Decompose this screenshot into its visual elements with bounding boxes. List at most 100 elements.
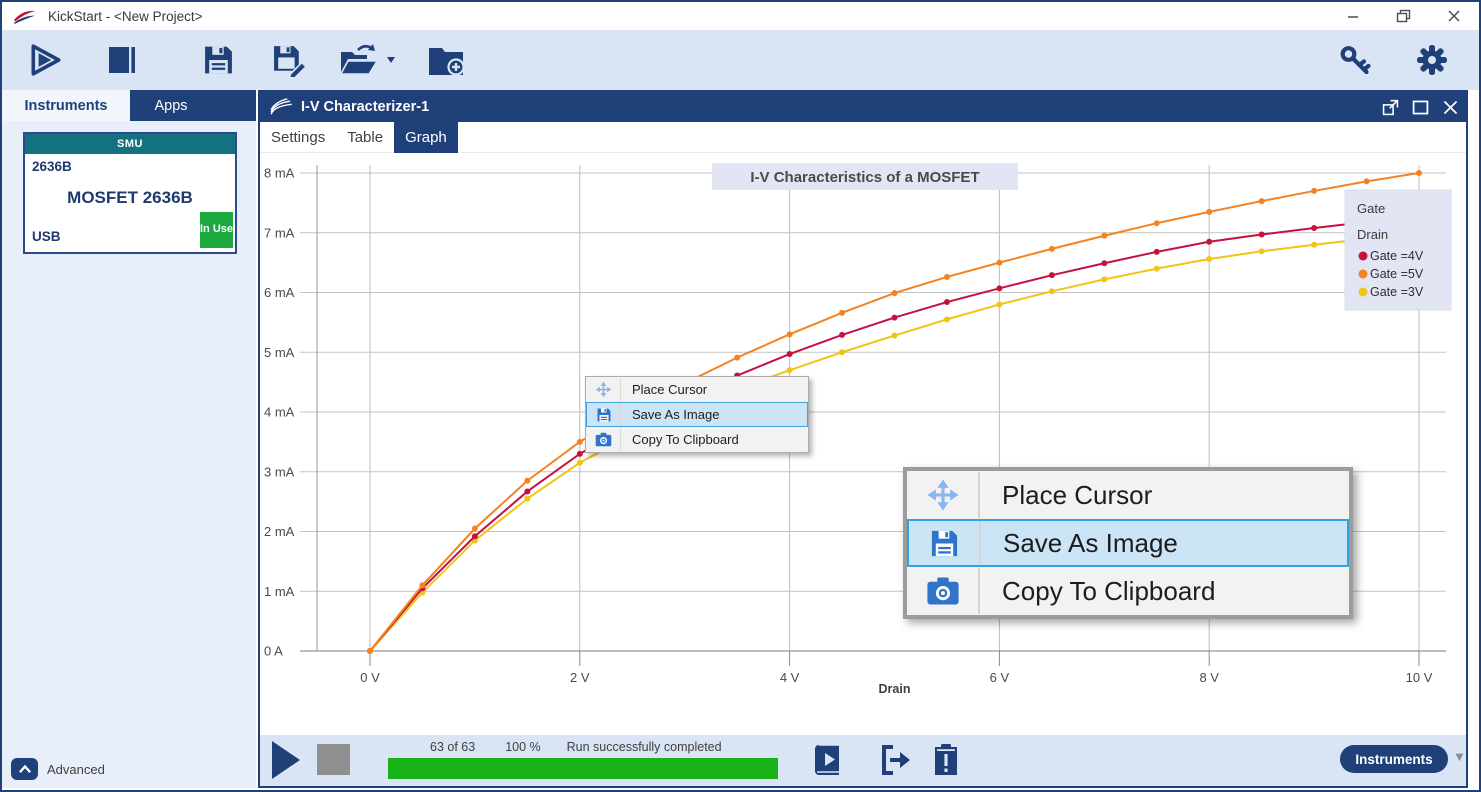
new-project-button[interactable] bbox=[426, 43, 466, 77]
camera-icon bbox=[908, 568, 980, 614]
save-as-button[interactable] bbox=[272, 43, 307, 77]
data-point bbox=[944, 299, 950, 305]
data-point bbox=[1416, 170, 1422, 176]
legend-swatch bbox=[1359, 270, 1368, 279]
data-point bbox=[577, 451, 583, 457]
open-project-caret[interactable] bbox=[386, 56, 396, 64]
minimize-button[interactable] bbox=[1346, 9, 1360, 23]
data-point bbox=[839, 332, 845, 338]
y-tick-label: 0 A bbox=[264, 644, 283, 659]
main-toolbar bbox=[2, 30, 1479, 90]
stop-button[interactable] bbox=[106, 44, 138, 76]
camera-icon bbox=[587, 428, 621, 451]
in-use-badge: In Use bbox=[200, 212, 233, 248]
close-window-button[interactable] bbox=[1447, 9, 1461, 23]
tab-settings[interactable]: Settings bbox=[260, 122, 336, 153]
window-title: KickStart - <New Project> bbox=[48, 9, 203, 24]
panel-tabbar: Settings Table Graph bbox=[260, 122, 1466, 153]
data-point bbox=[524, 488, 530, 494]
legend-label: Gate =4V bbox=[1370, 249, 1424, 263]
data-point bbox=[1101, 276, 1107, 282]
instrument-type-label: SMU bbox=[25, 134, 235, 154]
data-point bbox=[787, 331, 793, 337]
y-tick-label: 8 mA bbox=[264, 166, 295, 181]
tab-instruments[interactable]: Instruments bbox=[2, 90, 130, 121]
x-tick-label: 10 V bbox=[1406, 670, 1433, 685]
data-point bbox=[419, 582, 425, 588]
save-image-icon bbox=[587, 403, 621, 426]
instruments-caret-icon[interactable]: ▼ bbox=[1453, 749, 1466, 764]
data-point bbox=[1154, 220, 1160, 226]
export-data-button[interactable] bbox=[878, 743, 912, 777]
x-tick-label: 6 V bbox=[990, 670, 1010, 685]
iv-chart-svg: 0 V2 V4 V6 V8 V10 V0 A1 mA2 mA3 mA4 mA5 … bbox=[260, 153, 1466, 736]
run-app-button[interactable] bbox=[269, 739, 303, 781]
move-cursor-icon bbox=[587, 378, 621, 401]
y-tick-label: 2 mA bbox=[264, 524, 295, 539]
run-log-button[interactable] bbox=[812, 743, 844, 777]
menu-item-save-as-image-large[interactable]: Save As Image bbox=[907, 519, 1349, 567]
y-tick-label: 6 mA bbox=[264, 285, 295, 300]
x-tick-label: 8 V bbox=[1199, 670, 1219, 685]
stop-app-button[interactable] bbox=[317, 744, 350, 775]
data-point bbox=[944, 274, 950, 280]
y-tick-label: 1 mA bbox=[264, 584, 295, 599]
y-tick-label: 3 mA bbox=[264, 464, 295, 479]
chart-context-menu-magnified: Place Cursor Save As Image Copy To Clipb… bbox=[903, 467, 1353, 619]
popout-button[interactable] bbox=[1381, 98, 1400, 117]
restore-button[interactable] bbox=[1396, 9, 1411, 23]
legend-swatch bbox=[1359, 288, 1368, 297]
data-point bbox=[892, 333, 898, 339]
progress-bar bbox=[388, 758, 778, 779]
maximize-button[interactable] bbox=[1411, 98, 1430, 117]
license-key-button[interactable] bbox=[1338, 44, 1371, 77]
x-axis-label: Drain bbox=[879, 682, 911, 696]
data-point bbox=[996, 285, 1002, 291]
data-point bbox=[787, 367, 793, 373]
open-project-button[interactable] bbox=[338, 42, 380, 78]
chart-context-menu: Place Cursor Save As Image Copy To Clipb… bbox=[585, 376, 809, 453]
move-cursor-icon bbox=[908, 472, 980, 518]
x-tick-label: 4 V bbox=[780, 670, 800, 685]
panel-title: I-V Characterizer-1 bbox=[301, 99, 429, 115]
menu-item-copy-to-clipboard[interactable]: Copy To Clipboard bbox=[586, 427, 808, 452]
data-point bbox=[1259, 248, 1265, 254]
data-point bbox=[367, 648, 373, 654]
instruments-button[interactable]: Instruments bbox=[1340, 745, 1448, 773]
instrument-card[interactable]: SMU 2636B MOSFET 2636B USB In Use bbox=[23, 132, 237, 254]
settings-gear-button[interactable] bbox=[1414, 42, 1450, 78]
data-point bbox=[1206, 239, 1212, 245]
progress-count: 63 of 63 bbox=[430, 740, 475, 754]
tab-apps[interactable]: Apps bbox=[130, 90, 212, 121]
alerts-button[interactable] bbox=[932, 743, 960, 777]
tab-table[interactable]: Table bbox=[336, 122, 394, 153]
instrument-connection: USB bbox=[32, 229, 61, 244]
menu-item-copy-to-clipboard-large[interactable]: Copy To Clipboard bbox=[907, 567, 1349, 615]
panel-header: I-V Characterizer-1 bbox=[260, 92, 1466, 122]
data-point bbox=[996, 301, 1002, 307]
close-panel-button[interactable] bbox=[1441, 98, 1460, 117]
save-button[interactable] bbox=[202, 44, 235, 77]
status-message: Run successfully completed bbox=[567, 740, 722, 754]
y-tick-label: 5 mA bbox=[264, 345, 295, 360]
data-point bbox=[1101, 233, 1107, 239]
menu-item-place-cursor[interactable]: Place Cursor bbox=[586, 377, 808, 402]
chart-title: I-V Characteristics of a MOSFET bbox=[750, 169, 979, 186]
data-point bbox=[577, 439, 583, 445]
run-button[interactable] bbox=[28, 43, 64, 77]
y-tick-label: 7 mA bbox=[264, 225, 295, 240]
progress-bar-fill bbox=[388, 758, 778, 779]
data-point bbox=[892, 315, 898, 321]
advanced-toggle-button[interactable] bbox=[11, 758, 38, 780]
data-point bbox=[577, 460, 583, 466]
legend-swatch bbox=[1359, 252, 1368, 261]
instrument-model: 2636B bbox=[32, 159, 72, 174]
data-point bbox=[1259, 232, 1265, 238]
instrument-name: MOSFET 2636B bbox=[25, 188, 235, 208]
menu-item-place-cursor-large[interactable]: Place Cursor bbox=[907, 471, 1349, 519]
menu-item-save-as-image[interactable]: Save As Image bbox=[586, 402, 808, 427]
data-point bbox=[839, 349, 845, 355]
data-point bbox=[1049, 246, 1055, 252]
iv-chart[interactable]: 0 V2 V4 V6 V8 V10 V0 A1 mA2 mA3 mA4 mA5 … bbox=[260, 153, 1466, 736]
tab-graph[interactable]: Graph bbox=[394, 122, 458, 153]
